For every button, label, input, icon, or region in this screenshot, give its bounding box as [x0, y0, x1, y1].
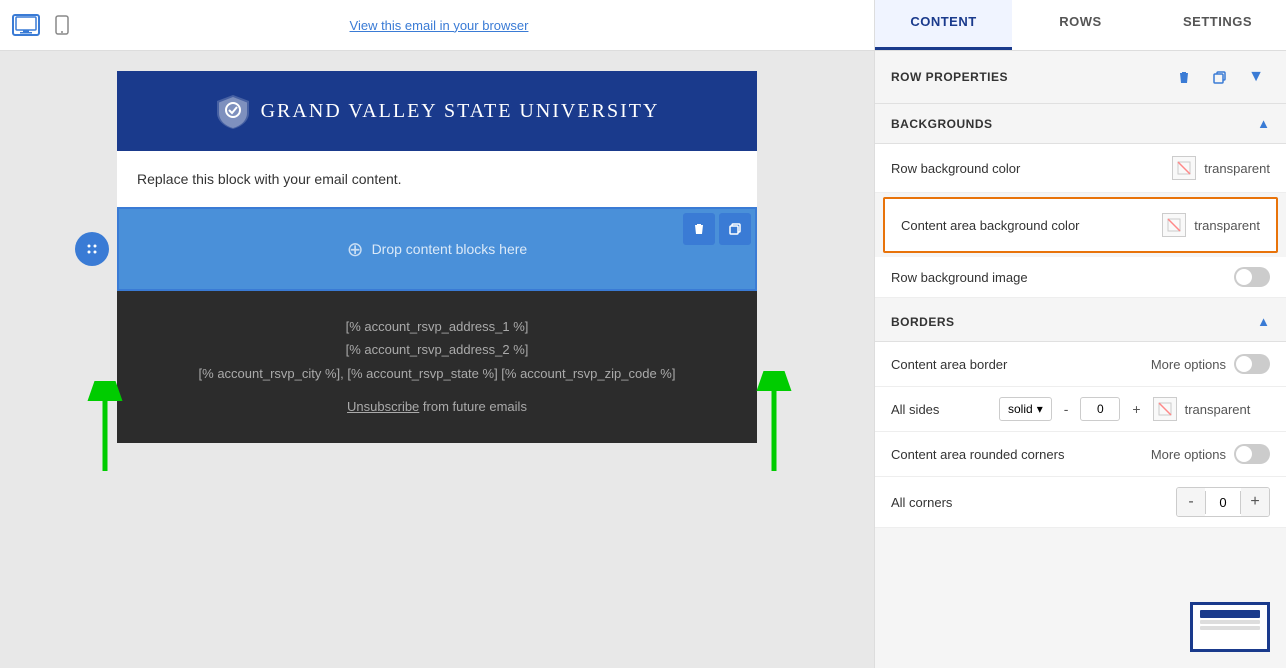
toolbar: View this email in your browser	[0, 0, 874, 51]
drag-handle[interactable]	[75, 232, 109, 266]
all-sides-row: All sides solid ▾ - 0 + transparent	[875, 387, 1286, 432]
email-canvas-panel: View this email in your browser Grand Va…	[0, 0, 874, 668]
border-width-value[interactable]: 0	[1080, 397, 1120, 421]
rounded-corners-label: Content area rounded corners	[891, 447, 1143, 462]
email-footer-block: [% account_rsvp_address_1 %] [% account_…	[117, 291, 757, 443]
footer-suffix: from future emails	[419, 399, 527, 414]
border-style-select[interactable]: solid ▾	[999, 397, 1052, 421]
copy-row-button[interactable]	[719, 213, 751, 245]
borders-header: BORDERS ▲	[875, 302, 1286, 342]
rounded-corners-toggle[interactable]	[1234, 444, 1270, 464]
row-properties-title: ROW PROPERTIES	[891, 70, 1008, 84]
rounded-corners-row: Content area rounded corners More option…	[875, 432, 1286, 477]
content-area-bg-row-highlighted: Content area background color transparen…	[883, 197, 1278, 253]
placeholder-text: Replace this block with your email conte…	[137, 171, 402, 187]
all-corners-label: All corners	[891, 495, 1168, 510]
footer-address-1: [% account_rsvp_address_1 %]	[137, 315, 737, 338]
row-bg-image-row: Row background image	[875, 257, 1286, 298]
unsubscribe-link[interactable]: Unsubscribe	[347, 399, 419, 414]
email-header-block: Grand Valley State University	[117, 71, 757, 151]
corners-value: 0	[1205, 491, 1241, 514]
delete-row-icon[interactable]	[1170, 63, 1198, 91]
content-area-border-toggle[interactable]	[1234, 354, 1270, 374]
email-content-row[interactable]: ⊕ Drop content blocks here	[117, 207, 757, 291]
borders-chevron[interactable]: ▲	[1257, 314, 1270, 329]
preview-bar-1	[1200, 610, 1260, 618]
email-text-block: Replace this block with your email conte…	[117, 151, 757, 207]
backgrounds-title: BACKGROUNDS	[891, 117, 993, 131]
tab-content[interactable]: CONTENT	[875, 0, 1012, 50]
row-properties-actions: ▼	[1170, 63, 1270, 91]
row-bg-image-toggle[interactable]	[1234, 267, 1270, 287]
content-area-bg-swatch[interactable]	[1162, 213, 1186, 237]
corners-stepper: - 0 +	[1176, 487, 1270, 517]
collapse-icon[interactable]: ▼	[1242, 63, 1270, 91]
row-properties-header: ROW PROPERTIES ▼	[875, 51, 1286, 104]
border-plus-btn[interactable]: +	[1128, 401, 1144, 417]
layout-preview-icon[interactable]	[1190, 602, 1270, 652]
drop-zone-text: Drop content blocks here	[372, 241, 528, 257]
panel-tabs: CONTENT ROWS SETTINGS	[875, 0, 1286, 51]
row-bg-color-swatch[interactable]	[1172, 156, 1196, 180]
corners-plus-btn[interactable]: +	[1241, 488, 1269, 516]
row-bg-color-value: transparent	[1204, 161, 1270, 176]
preview-bar-3	[1200, 626, 1260, 630]
row-bg-color-label: Row background color	[891, 161, 1164, 176]
mobile-icon[interactable]	[48, 14, 76, 36]
footer-address-2: [% account_rsvp_address_2 %]	[137, 338, 737, 361]
arrow-left	[80, 381, 130, 486]
logo-text-label: Grand Valley State University	[261, 100, 660, 123]
tab-settings[interactable]: SETTINGS	[1149, 0, 1286, 50]
content-area-border-label: Content area border	[891, 357, 1143, 372]
delete-row-button[interactable]	[683, 213, 715, 245]
more-options-text: More options	[1151, 357, 1226, 372]
desktop-icon[interactable]	[12, 14, 40, 36]
preview-bar-2	[1200, 620, 1260, 624]
footer-address-3: [% account_rsvp_city %], [% account_rsvp…	[137, 362, 737, 385]
footer-unsubscribe: Unsubscribe from future emails	[137, 395, 737, 418]
border-color-swatch[interactable]	[1153, 397, 1177, 421]
backgrounds-chevron[interactable]: ▲	[1257, 116, 1270, 131]
logo-text: Grand Valley State University	[215, 93, 660, 129]
copy-row-icon[interactable]	[1206, 63, 1234, 91]
row-bg-color-row: Row background color transparent	[875, 144, 1286, 193]
tab-rows[interactable]: ROWS	[1012, 0, 1149, 50]
preview-mini	[1200, 610, 1260, 644]
content-area-bg-label: Content area background color	[901, 218, 1154, 233]
content-area-bg-inner: Content area background color transparen…	[885, 199, 1276, 251]
border-color-value: transparent	[1185, 402, 1251, 417]
right-panel: CONTENT ROWS SETTINGS ROW PROPERTIES ▼ B…	[874, 0, 1286, 668]
border-style-dropdown-icon: ▾	[1037, 402, 1043, 416]
border-style-value: solid	[1008, 402, 1033, 416]
backgrounds-header: BACKGROUNDS ▲	[875, 104, 1286, 144]
row-actions	[683, 213, 751, 245]
arrow-right	[749, 371, 799, 486]
border-minus-btn[interactable]: -	[1060, 401, 1073, 417]
corners-minus-btn[interactable]: -	[1177, 488, 1205, 516]
drop-zone-icon: ⊕	[347, 237, 364, 262]
content-area-border-row: Content area border More options	[875, 342, 1286, 387]
logo-shield-icon	[215, 93, 251, 129]
view-in-browser-link[interactable]: View this email in your browser	[350, 18, 529, 33]
all-corners-row: All corners - 0 +	[875, 477, 1286, 528]
borders-title: BORDERS	[891, 315, 955, 329]
drop-zone: ⊕ Drop content blocks here	[119, 209, 755, 289]
row-bg-image-label: Row background image	[891, 270, 1226, 285]
content-area-bg-value: transparent	[1194, 218, 1260, 233]
more-options-rounded-text: More options	[1151, 447, 1226, 462]
device-switcher	[12, 14, 76, 36]
all-sides-label: All sides	[891, 402, 991, 417]
email-canvas: Grand Valley State University Replace th…	[0, 51, 874, 668]
